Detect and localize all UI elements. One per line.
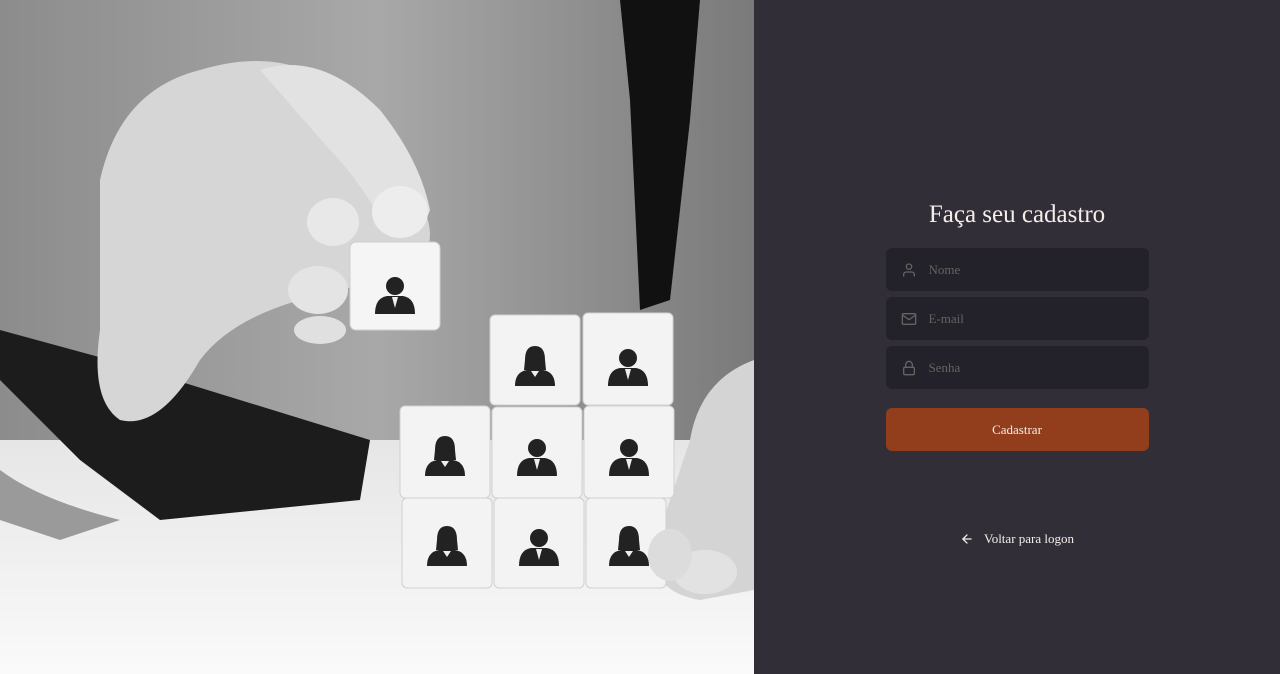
lock-icon [901, 360, 917, 376]
name-field[interactable] [885, 248, 1149, 291]
back-to-logon-link[interactable]: Voltar para logon [960, 531, 1074, 547]
back-link-label: Voltar para logon [983, 531, 1075, 546]
password-field[interactable] [885, 346, 1149, 389]
password-input[interactable] [928, 359, 1134, 376]
arrow-left-icon [960, 532, 974, 546]
user-icon [901, 262, 917, 278]
register-button[interactable]: Cadastrar [885, 408, 1149, 451]
page-title: Faça seu cadastro [928, 201, 1106, 228]
hero-background-image [0, 0, 754, 674]
name-input[interactable] [928, 261, 1134, 278]
signup-panel: Faça seu cadastro Nome E-mail Cadastrar … [754, 0, 1280, 674]
mail-icon [901, 311, 917, 327]
email-field[interactable] [885, 297, 1149, 340]
people-blocks-illustration [0, 0, 754, 674]
signup-form: Cadastrar [885, 248, 1149, 451]
email-input[interactable] [928, 310, 1134, 327]
